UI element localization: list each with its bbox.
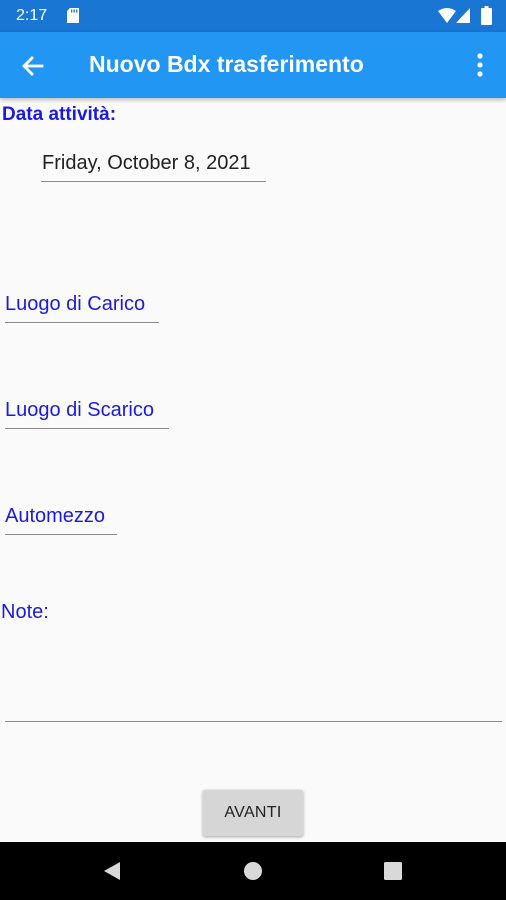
status-bar: 2:17	[0, 0, 506, 32]
wifi-icon	[438, 8, 456, 23]
note-label: Note:	[1, 601, 49, 623]
navigation-bar	[0, 842, 506, 900]
sd-card-icon	[67, 8, 79, 23]
unloading-place-field[interactable]: Luogo di Scarico	[5, 399, 169, 429]
loading-place-field[interactable]: Luogo di Carico	[5, 293, 159, 323]
next-button[interactable]: AVANTI	[203, 790, 303, 836]
app-bar: Nuovo Bdx trasferimento	[0, 32, 506, 98]
arrow-back-icon[interactable]	[18, 51, 48, 81]
vehicle-field[interactable]: Automezzo	[5, 505, 117, 535]
status-time: 2:17	[16, 7, 48, 24]
more-vert-icon[interactable]	[468, 52, 492, 78]
nav-recents-icon[interactable]	[384, 862, 402, 880]
nav-back-icon[interactable]	[101, 860, 123, 882]
date-label: Data attività:	[2, 104, 117, 125]
signal-icon	[456, 8, 470, 23]
note-field[interactable]	[5, 640, 502, 722]
date-field[interactable]: Friday, October 8, 2021	[41, 152, 266, 182]
nav-home-icon[interactable]	[243, 861, 263, 881]
page-title: Nuovo Bdx trasferimento	[89, 51, 364, 77]
battery-icon	[481, 6, 492, 25]
